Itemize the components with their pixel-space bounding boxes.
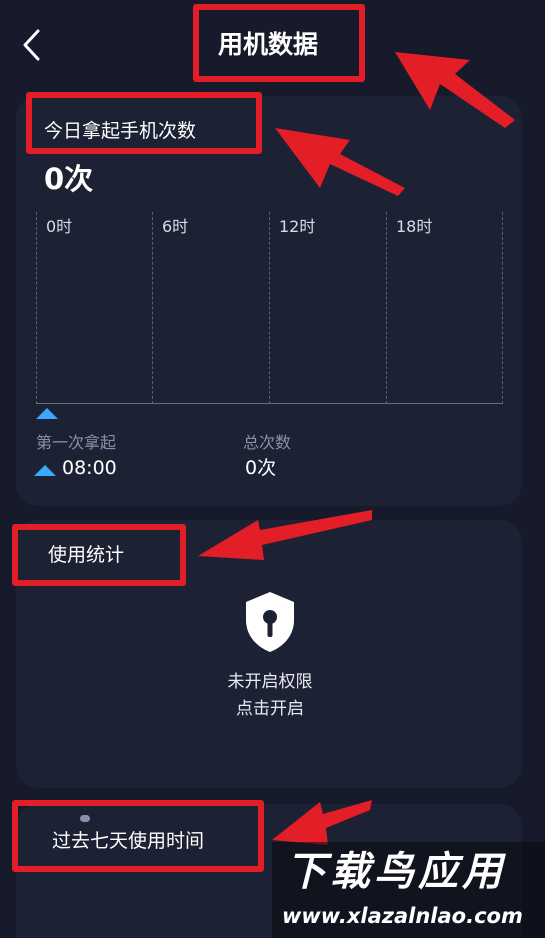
watermark-url: www.xlazalnlao.com [282,904,523,928]
first-pickup-time: 08:00 [62,457,117,479]
chart-gridline [36,212,37,404]
annotation-box-title [193,4,365,82]
pickup-count: 0次 [44,162,94,196]
chart-gridline [386,212,387,404]
hour-label-0: 0时 [46,217,73,236]
chart-gridline [502,212,503,404]
permission-status-text[interactable]: 未开启权限 [170,670,370,694]
annotation-box-usage [12,524,186,586]
hour-label-12: 12时 [279,217,316,236]
back-arrow-icon[interactable] [18,28,48,62]
total-count-value: 0次 [245,457,277,479]
first-pickup-label: 第一次拿起 [36,433,117,452]
first-pickup-triangle-icon [34,465,56,476]
chart-gridline [152,212,153,404]
watermark: 下载鸟应用 www.xlazalnlao.com [272,842,545,938]
first-pickup-marker-icon [36,408,58,419]
enable-permission-link[interactable]: 点击开启 [170,697,370,721]
hour-label-6: 6时 [162,217,189,236]
shield-lock-icon[interactable] [242,590,298,654]
pickup-timeline-chart: 0时 6时 12时 18时 [36,212,503,404]
chart-gridline [269,212,270,404]
annotation-box-weekly [12,800,264,872]
watermark-logo-text: 下载鸟应用 [286,849,506,895]
chart-baseline [36,403,503,404]
annotation-box-pickups [26,92,262,154]
total-count-label: 总次数 [243,433,292,452]
hour-label-18: 18时 [396,217,433,236]
